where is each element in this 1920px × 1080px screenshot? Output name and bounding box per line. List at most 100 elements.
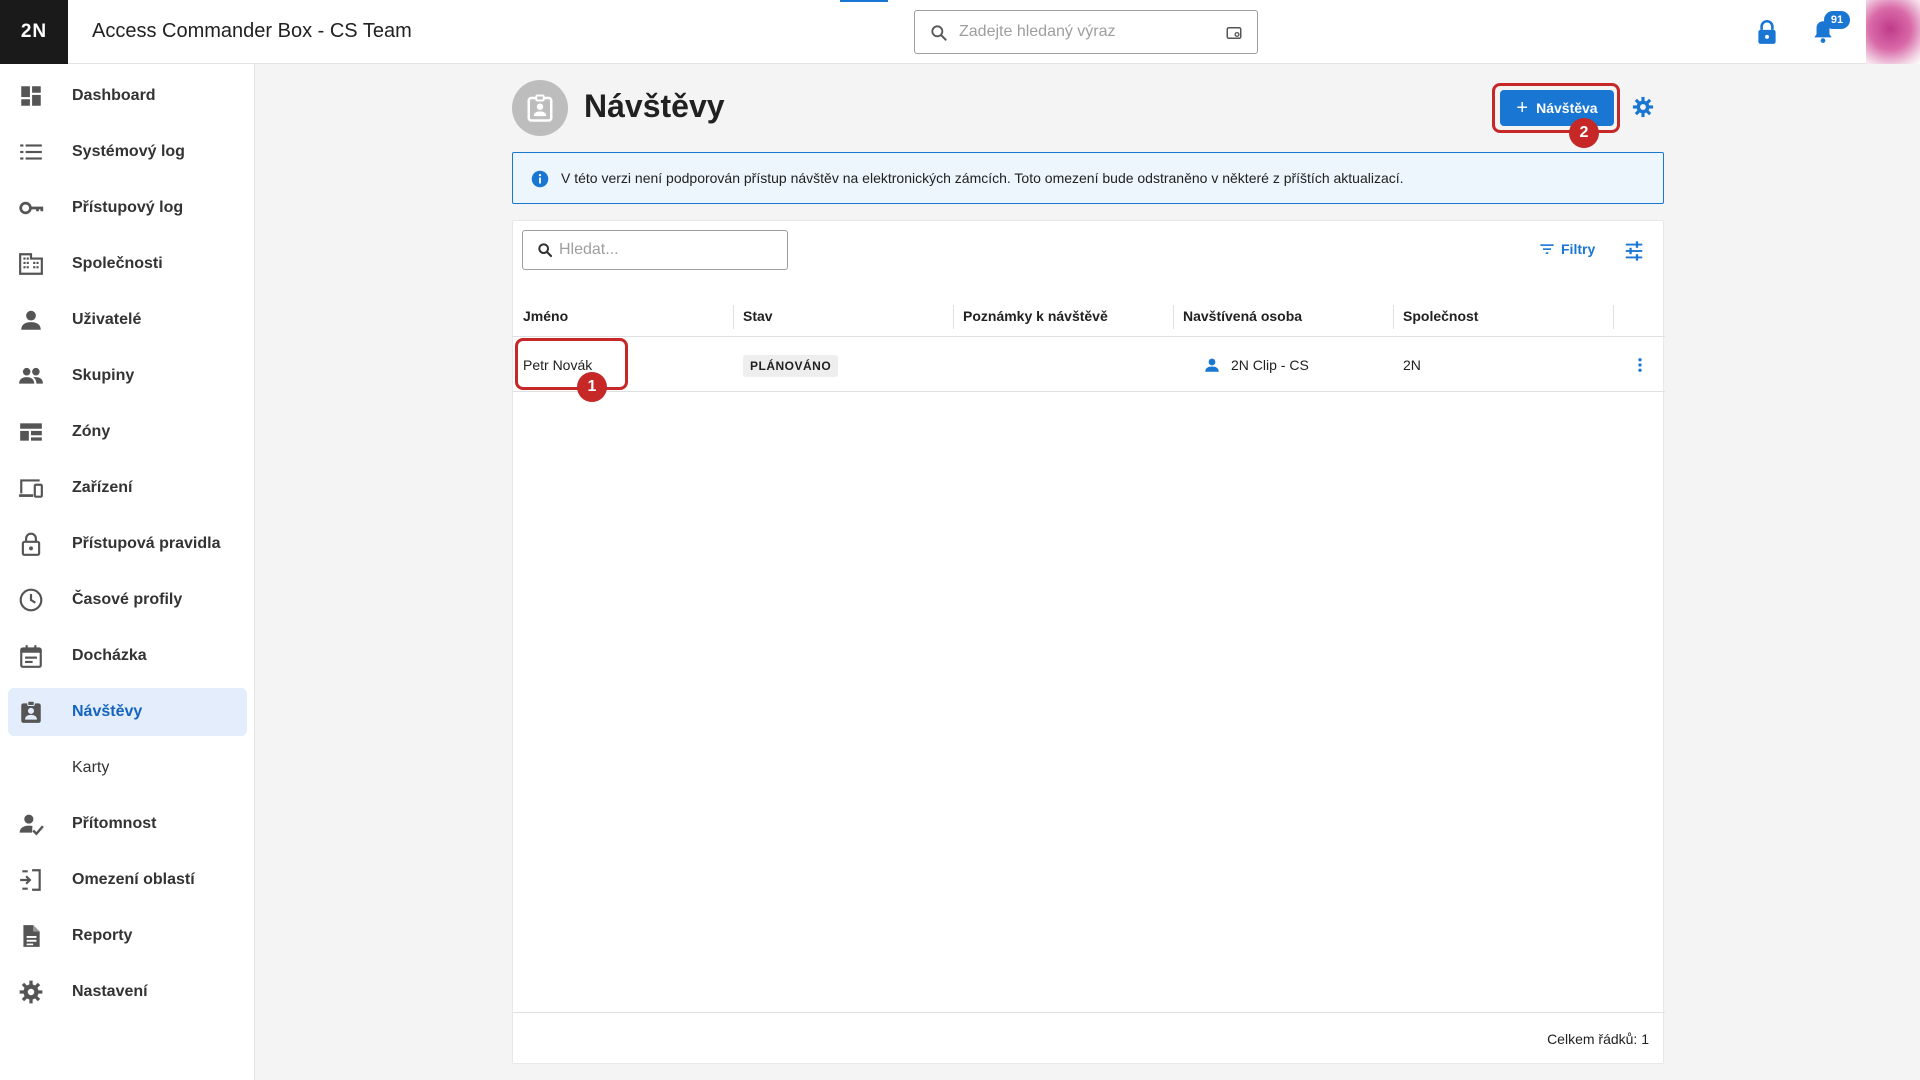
global-search-input[interactable] (959, 20, 1209, 44)
page-header-icon (512, 80, 568, 136)
sidebar-item-label: Uživatelé (72, 311, 142, 328)
sidebar-item-reports[interactable]: Reporty (8, 912, 247, 960)
gear-icon[interactable] (1632, 96, 1654, 118)
sidebar-item-label: Časové profily (72, 591, 183, 608)
global-search[interactable] (914, 10, 1258, 54)
sidebar-item-label: Omezení oblastí (72, 871, 195, 888)
column-settings-icon[interactable] (1623, 240, 1645, 262)
sidebar-item-area-restrictions[interactable]: Omezení oblastí (8, 856, 247, 904)
filters-button[interactable]: Filtry (1539, 241, 1595, 257)
more-vert-icon[interactable] (1631, 356, 1649, 374)
sidebar-item-label: Zařízení (72, 479, 133, 496)
sidebar-item-cards[interactable]: Karty (8, 744, 247, 792)
status-badge: PLÁNOVÁNO (743, 355, 839, 378)
lock-icon[interactable] (1754, 18, 1780, 46)
column-header-status[interactable]: Stav (733, 295, 953, 337)
table-search[interactable] (522, 230, 788, 270)
sidebar-item-access-log[interactable]: Přístupový log (8, 184, 247, 232)
sidebar-item-dashboard[interactable]: Dashboard (8, 72, 247, 120)
key-icon (19, 201, 44, 215)
table-search-input[interactable] (559, 240, 769, 260)
sidebar-item-label: Reporty (72, 927, 133, 944)
sidebar-item-visits[interactable]: Návštěvy (8, 688, 247, 736)
gear-icon (19, 980, 43, 1004)
sidebar-item-label: Přístupový log (72, 199, 184, 216)
person-check-icon (19, 814, 44, 836)
table-header: Jméno Stav Poznámky k návštěvě Navštíven… (513, 295, 1665, 337)
filters-label: Filtry (1561, 241, 1596, 257)
app-title: Access Commander Box - CS Team (92, 20, 412, 42)
visited-person-name: 2N Clip - CS (1231, 357, 1309, 373)
sidebar-item-companies[interactable]: Společnosti (8, 240, 247, 288)
plus-icon: + (1516, 97, 1529, 119)
zones-icon (20, 423, 42, 441)
sidebar-item-devices[interactable]: Zařízení (8, 464, 247, 512)
sidebar-item-label: Přístupová pravidla (72, 535, 221, 552)
sidebar-item-label: Skupiny (72, 367, 135, 384)
sidebar-item-label: Karty (72, 759, 110, 776)
table-footer: Celkem řádků: 1 (513, 1012, 1665, 1064)
sidebar-item-label: Dashboard (72, 87, 156, 104)
person-icon (1205, 358, 1219, 372)
sidebar-item-label: Přítomnost (72, 815, 157, 832)
person-icon (21, 310, 41, 330)
cell-visited-person: 2N Clip - CS (1193, 338, 1393, 392)
sidebar-item-settings[interactable]: Nastavení (8, 968, 247, 1016)
sidebar-item-attendance[interactable]: Docházka (8, 632, 247, 680)
sidebar: Dashboard Systémový log Přístupový log S… (0, 64, 255, 1080)
dashboard-icon (21, 86, 41, 106)
table-row[interactable]: Petr Novák PLÁNOVÁNO 2N Clip - CS 2N (513, 338, 1665, 392)
cell-name[interactable]: Petr Novák (513, 338, 733, 392)
sidebar-item-system-log[interactable]: Systémový log (8, 128, 247, 176)
sidebar-item-label: Zóny (72, 423, 111, 440)
devices-icon (19, 479, 43, 498)
group-icon (19, 367, 43, 384)
sidebar-item-label: Systémový log (72, 143, 185, 160)
sidebar-item-label: Nastavení (72, 983, 148, 1000)
sidebar-item-label: Společnosti (72, 255, 163, 272)
column-header-visited-person[interactable]: Navštívená osoba (1173, 295, 1393, 337)
top-bar: 2N Access Commander Box - CS Team 91 (0, 0, 1920, 64)
info-banner: V této verzi není podporován přístup náv… (512, 152, 1664, 204)
search-icon (931, 25, 947, 41)
visits-table-card: Filtry Jméno Stav Poznámky k návštěvě Na… (512, 220, 1665, 1064)
sidebar-item-zones[interactable]: Zóny (8, 408, 247, 456)
cell-notes (953, 338, 1173, 392)
step-marker-2: 2 (1569, 118, 1599, 148)
app-logo[interactable]: 2N (0, 0, 68, 64)
visitor-badge-icon (527, 94, 553, 122)
clock-icon (19, 588, 43, 612)
column-header-notes[interactable]: Poznámky k návštěvě (953, 295, 1173, 337)
row-count: Celkem řádků: 1 (1547, 1031, 1649, 1047)
filter-icon (1540, 244, 1554, 254)
list-icon (20, 144, 42, 160)
sidebar-item-time-profiles[interactable]: Časové profily (8, 576, 247, 624)
cell-status: PLÁNOVÁNO (733, 338, 953, 392)
column-header-company[interactable]: Společnost (1393, 295, 1613, 337)
add-visit-button[interactable]: + Návštěva (1500, 90, 1614, 126)
info-message: V této verzi není podporován přístup náv… (561, 170, 1404, 186)
lock-icon (21, 532, 41, 556)
sidebar-item-groups[interactable]: Skupiny (8, 352, 247, 400)
add-visit-label: Návštěva (1536, 100, 1598, 116)
tab-indicator (840, 0, 888, 2)
building-icon (19, 253, 43, 275)
column-header-name[interactable]: Jméno (513, 295, 733, 337)
avatar[interactable] (1866, 0, 1920, 64)
card-reader-icon[interactable] (1225, 24, 1243, 42)
info-icon (531, 170, 549, 188)
column-divider[interactable] (1613, 305, 1614, 329)
sidebar-item-users[interactable]: Uživatelé (8, 296, 247, 344)
calendar-icon (20, 645, 42, 668)
sidebar-item-access-rules[interactable]: Přístupová pravidla (8, 520, 247, 568)
search-icon (538, 243, 553, 258)
sidebar-item-label: Návštěvy (72, 703, 143, 720)
sidebar-item-presence[interactable]: Přítomnost (8, 800, 247, 848)
report-icon (23, 925, 40, 947)
page-title: Návštěvy (584, 88, 725, 124)
sidebar-item-label: Docházka (72, 647, 147, 664)
cell-company: 2N (1403, 357, 1421, 373)
step-marker-1: 1 (577, 372, 607, 402)
area-restriction-icon (20, 869, 41, 891)
notification-badge: 91 (1824, 11, 1850, 29)
